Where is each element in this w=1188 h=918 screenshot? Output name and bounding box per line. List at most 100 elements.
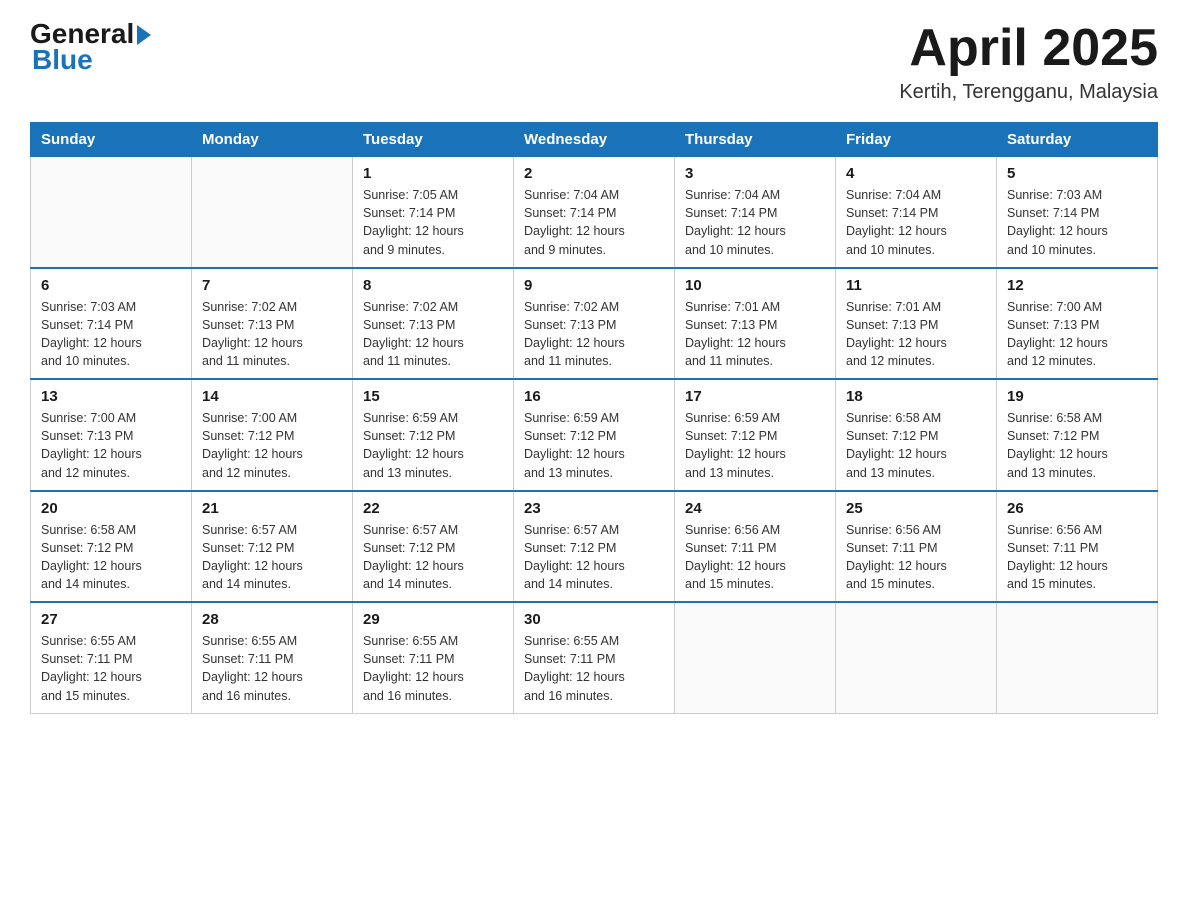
day-number: 9: [524, 277, 664, 294]
calendar-cell: 5 Sunrise: 7:03 AM Sunset: 7:14 PM Daylig…: [997, 157, 1158, 268]
day-number: 21: [202, 500, 342, 517]
day-info: Sunrise: 7:00 AM Sunset: 7:13 PM Dayligh…: [1007, 298, 1147, 371]
logo: General Blue: [30, 20, 151, 76]
calendar-cell: 2 Sunrise: 7:04 AM Sunset: 7:14 PM Daylig…: [514, 157, 675, 268]
calendar-week-row: 6 Sunrise: 7:03 AM Sunset: 7:14 PM Daylig…: [31, 268, 1158, 380]
day-number: 13: [41, 388, 181, 405]
calendar-cell: [836, 602, 997, 713]
day-number: 16: [524, 388, 664, 405]
calendar-cell: 28 Sunrise: 6:55 AM Sunset: 7:11 PM Dayli…: [192, 602, 353, 713]
month-year-title: April 2025: [899, 20, 1158, 77]
day-number: 8: [363, 277, 503, 294]
day-info: Sunrise: 7:02 AM Sunset: 7:13 PM Dayligh…: [524, 298, 664, 371]
calendar-cell: 20 Sunrise: 6:58 AM Sunset: 7:12 PM Dayli…: [31, 491, 192, 603]
day-number: 3: [685, 165, 825, 182]
calendar-cell: 22 Sunrise: 6:57 AM Sunset: 7:12 PM Dayli…: [353, 491, 514, 603]
calendar-cell: [192, 157, 353, 268]
day-number: 17: [685, 388, 825, 405]
day-info: Sunrise: 7:04 AM Sunset: 7:14 PM Dayligh…: [685, 186, 825, 259]
day-info: Sunrise: 7:00 AM Sunset: 7:13 PM Dayligh…: [41, 409, 181, 482]
title-block: April 2025 Kertih, Terengganu, Malaysia: [899, 20, 1158, 104]
calendar-cell: 10Sunrise: 7:01 AM Sunset: 7:13 PM Dayli…: [675, 268, 836, 380]
day-info: Sunrise: 6:57 AM Sunset: 7:12 PM Dayligh…: [363, 521, 503, 594]
day-info: Sunrise: 6:58 AM Sunset: 7:12 PM Dayligh…: [41, 521, 181, 594]
day-number: 23: [524, 500, 664, 517]
calendar-cell: 21 Sunrise: 6:57 AM Sunset: 7:12 PM Dayli…: [192, 491, 353, 603]
logo-arrow-icon: [137, 25, 151, 45]
day-number: 12: [1007, 277, 1147, 294]
calendar-cell: [31, 157, 192, 268]
calendar-cell: 19 Sunrise: 6:58 AM Sunset: 7:12 PM Dayli…: [997, 379, 1158, 491]
calendar-cell: [997, 602, 1158, 713]
day-number: 20: [41, 500, 181, 517]
calendar-cell: 18 Sunrise: 6:58 AM Sunset: 7:12 PM Dayli…: [836, 379, 997, 491]
calendar-cell: 24Sunrise: 6:56 AM Sunset: 7:11 PM Dayli…: [675, 491, 836, 603]
calendar-cell: 30 Sunrise: 6:55 AM Sunset: 7:11 PM Dayli…: [514, 602, 675, 713]
day-info: Sunrise: 6:56 AM Sunset: 7:11 PM Dayligh…: [846, 521, 986, 594]
day-number: 15: [363, 388, 503, 405]
day-number: 5: [1007, 165, 1147, 182]
days-of-week-row: SundayMondayTuesdayWednesdayThursdayFrid…: [31, 123, 1158, 157]
calendar-cell: 25 Sunrise: 6:56 AM Sunset: 7:11 PM Dayli…: [836, 491, 997, 603]
calendar-cell: 13 Sunrise: 7:00 AM Sunset: 7:13 PM Dayli…: [31, 379, 192, 491]
calendar-cell: 26 Sunrise: 6:56 AM Sunset: 7:11 PM Dayli…: [997, 491, 1158, 603]
day-info: Sunrise: 6:59 AM Sunset: 7:12 PM Dayligh…: [524, 409, 664, 482]
day-info: Sunrise: 7:04 AM Sunset: 7:14 PM Dayligh…: [524, 186, 664, 259]
day-number: 4: [846, 165, 986, 182]
calendar-cell: 27 Sunrise: 6:55 AM Sunset: 7:11 PM Dayli…: [31, 602, 192, 713]
calendar-cell: 9 Sunrise: 7:02 AM Sunset: 7:13 PM Daylig…: [514, 268, 675, 380]
day-of-week-header: Tuesday: [353, 123, 514, 157]
page-header: General Blue April 2025 Kertih, Terengga…: [30, 20, 1158, 104]
day-info: Sunrise: 7:03 AM Sunset: 7:14 PM Dayligh…: [41, 298, 181, 371]
day-info: Sunrise: 6:58 AM Sunset: 7:12 PM Dayligh…: [846, 409, 986, 482]
calendar-body: 1 Sunrise: 7:05 AM Sunset: 7:14 PM Daylig…: [31, 157, 1158, 714]
calendar-cell: 11 Sunrise: 7:01 AM Sunset: 7:13 PM Dayli…: [836, 268, 997, 380]
day-info: Sunrise: 7:02 AM Sunset: 7:13 PM Dayligh…: [363, 298, 503, 371]
calendar-week-row: 13 Sunrise: 7:00 AM Sunset: 7:13 PM Dayli…: [31, 379, 1158, 491]
calendar-cell: 23 Sunrise: 6:57 AM Sunset: 7:12 PM Dayli…: [514, 491, 675, 603]
day-number: 30: [524, 611, 664, 628]
day-number: 28: [202, 611, 342, 628]
day-number: 2: [524, 165, 664, 182]
calendar-header: SundayMondayTuesdayWednesdayThursdayFrid…: [31, 123, 1158, 157]
day-info: Sunrise: 6:55 AM Sunset: 7:11 PM Dayligh…: [363, 632, 503, 705]
day-of-week-header: Wednesday: [514, 123, 675, 157]
day-info: Sunrise: 6:55 AM Sunset: 7:11 PM Dayligh…: [202, 632, 342, 705]
calendar-cell: 6 Sunrise: 7:03 AM Sunset: 7:14 PM Daylig…: [31, 268, 192, 380]
day-number: 11: [846, 277, 986, 294]
day-info: Sunrise: 7:05 AM Sunset: 7:14 PM Dayligh…: [363, 186, 503, 259]
calendar-cell: [675, 602, 836, 713]
calendar-cell: 15 Sunrise: 6:59 AM Sunset: 7:12 PM Dayli…: [353, 379, 514, 491]
day-number: 22: [363, 500, 503, 517]
day-of-week-header: Thursday: [675, 123, 836, 157]
day-number: 6: [41, 277, 181, 294]
day-info: Sunrise: 6:58 AM Sunset: 7:12 PM Dayligh…: [1007, 409, 1147, 482]
calendar-table: SundayMondayTuesdayWednesdayThursdayFrid…: [30, 122, 1158, 714]
calendar-week-row: 20 Sunrise: 6:58 AM Sunset: 7:12 PM Dayli…: [31, 491, 1158, 603]
day-info: Sunrise: 7:04 AM Sunset: 7:14 PM Dayligh…: [846, 186, 986, 259]
day-info: Sunrise: 6:55 AM Sunset: 7:11 PM Dayligh…: [41, 632, 181, 705]
day-info: Sunrise: 6:59 AM Sunset: 7:12 PM Dayligh…: [363, 409, 503, 482]
day-number: 26: [1007, 500, 1147, 517]
logo-blue-text: Blue: [30, 44, 93, 76]
day-info: Sunrise: 7:01 AM Sunset: 7:13 PM Dayligh…: [846, 298, 986, 371]
day-info: Sunrise: 6:57 AM Sunset: 7:12 PM Dayligh…: [524, 521, 664, 594]
calendar-cell: 3 Sunrise: 7:04 AM Sunset: 7:14 PM Daylig…: [675, 157, 836, 268]
day-number: 18: [846, 388, 986, 405]
day-info: Sunrise: 7:03 AM Sunset: 7:14 PM Dayligh…: [1007, 186, 1147, 259]
day-number: 10: [685, 277, 825, 294]
calendar-cell: 16 Sunrise: 6:59 AM Sunset: 7:12 PM Dayli…: [514, 379, 675, 491]
location-subtitle: Kertih, Terengganu, Malaysia: [899, 81, 1158, 104]
day-info: Sunrise: 6:59 AM Sunset: 7:12 PM Dayligh…: [685, 409, 825, 482]
day-of-week-header: Monday: [192, 123, 353, 157]
day-number: 25: [846, 500, 986, 517]
day-info: Sunrise: 6:55 AM Sunset: 7:11 PM Dayligh…: [524, 632, 664, 705]
day-of-week-header: Sunday: [31, 123, 192, 157]
calendar-cell: 7Sunrise: 7:02 AM Sunset: 7:13 PM Daylig…: [192, 268, 353, 380]
day-info: Sunrise: 6:56 AM Sunset: 7:11 PM Dayligh…: [1007, 521, 1147, 594]
day-info: Sunrise: 6:57 AM Sunset: 7:12 PM Dayligh…: [202, 521, 342, 594]
day-number: 27: [41, 611, 181, 628]
calendar-week-row: 27 Sunrise: 6:55 AM Sunset: 7:11 PM Dayli…: [31, 602, 1158, 713]
day-number: 1: [363, 165, 503, 182]
day-number: 19: [1007, 388, 1147, 405]
